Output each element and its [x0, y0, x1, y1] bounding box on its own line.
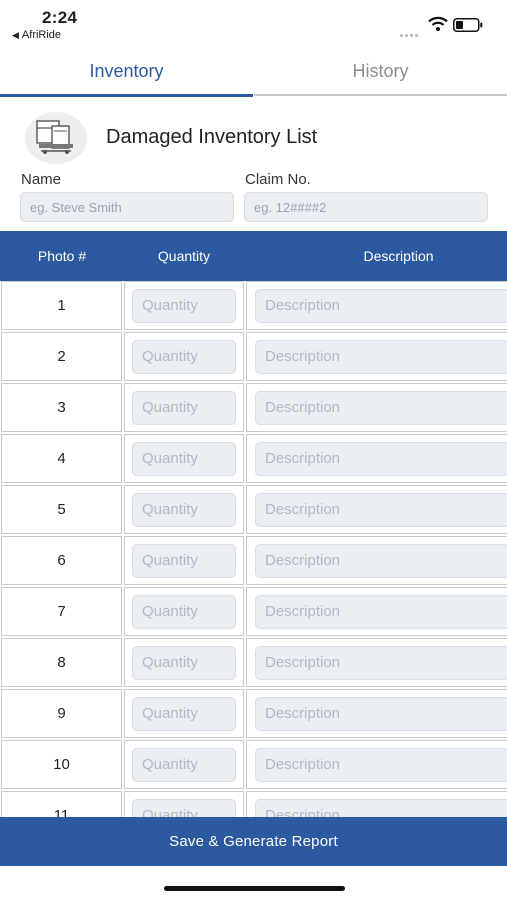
- description-input[interactable]: Description: [255, 748, 507, 782]
- photo-number: 1: [1, 281, 122, 330]
- quantity-cell: Quantity: [124, 689, 244, 738]
- photo-number: 4: [1, 434, 122, 483]
- table-row: 2 Quantity Description: [0, 332, 507, 383]
- battery-icon: [453, 18, 483, 32]
- table-row: 9 Quantity Description: [0, 689, 507, 740]
- table-row: 5 Quantity Description: [0, 485, 507, 536]
- name-input[interactable]: eg. Steve Smith: [20, 192, 234, 222]
- description-cell: Description: [246, 332, 507, 381]
- quantity-cell: Quantity: [124, 485, 244, 534]
- description-input[interactable]: Description: [255, 646, 507, 680]
- claim-label: Claim No.: [245, 171, 311, 188]
- inventory-box-icon: [25, 112, 87, 164]
- description-input[interactable]: Description: [255, 799, 507, 817]
- table-row: 11 Quantity Description: [0, 791, 507, 817]
- table-row: 7 Quantity Description: [0, 587, 507, 638]
- quantity-input[interactable]: Quantity: [132, 493, 236, 527]
- photo-number: 5: [1, 485, 122, 534]
- description-cell: Description: [246, 383, 507, 432]
- name-label: Name: [21, 171, 62, 188]
- quantity-cell: Quantity: [124, 638, 244, 687]
- quantity-input[interactable]: Quantity: [132, 289, 236, 323]
- description-input[interactable]: Description: [255, 544, 507, 578]
- table-row: 3 Quantity Description: [0, 383, 507, 434]
- photo-number: 3: [1, 383, 122, 432]
- description-input[interactable]: Description: [255, 493, 507, 527]
- wifi-icon: [428, 16, 448, 31]
- table-header: Photo # Quantity Description: [0, 231, 507, 281]
- tab-bar: Inventory History: [0, 52, 507, 97]
- back-app-label: AfriRide: [21, 29, 62, 41]
- quantity-cell: Quantity: [124, 332, 244, 381]
- table-row: 8 Quantity Description: [0, 638, 507, 689]
- claim-number-input[interactable]: eg. 12####2: [244, 192, 488, 222]
- description-cell: Description: [246, 689, 507, 738]
- description-input[interactable]: Description: [255, 595, 507, 629]
- description-input[interactable]: Description: [255, 442, 507, 476]
- table-row: 6 Quantity Description: [0, 536, 507, 587]
- description-cell: Description: [246, 536, 507, 585]
- description-input[interactable]: Description: [255, 391, 507, 425]
- page-title: Damaged Inventory List: [106, 126, 318, 148]
- quantity-input[interactable]: Quantity: [132, 748, 236, 782]
- tab-inventory[interactable]: Inventory: [0, 52, 253, 97]
- quantity-cell: Quantity: [124, 536, 244, 585]
- quantity-input[interactable]: Quantity: [132, 442, 236, 476]
- photo-number: 6: [1, 536, 122, 585]
- quantity-cell: Quantity: [124, 587, 244, 636]
- description-input[interactable]: Description: [255, 697, 507, 731]
- save-generate-report-button[interactable]: Save & Generate Report: [0, 817, 507, 866]
- status-bar: 2:24 ◀ AfriRide: [0, 0, 507, 50]
- description-input[interactable]: Description: [255, 340, 507, 374]
- quantity-cell: Quantity: [124, 740, 244, 789]
- quantity-input[interactable]: Quantity: [132, 544, 236, 578]
- photo-number: 10: [1, 740, 122, 789]
- quantity-input[interactable]: Quantity: [132, 595, 236, 629]
- description-cell: Description: [246, 740, 507, 789]
- tab-history[interactable]: History: [254, 52, 507, 96]
- quantity-input[interactable]: Quantity: [132, 799, 236, 817]
- quantity-cell: Quantity: [124, 791, 244, 817]
- quantity-input[interactable]: Quantity: [132, 646, 236, 680]
- inventory-table[interactable]: 1 Quantity Description 2 Quantity Descri…: [0, 281, 507, 817]
- status-time: 2:24: [42, 8, 78, 27]
- home-indicator[interactable]: [164, 886, 345, 891]
- quantity-input[interactable]: Quantity: [132, 697, 236, 731]
- table-row: 4 Quantity Description: [0, 434, 507, 485]
- cellular-signal-icon: [400, 24, 422, 37]
- quantity-cell: Quantity: [124, 434, 244, 483]
- photo-number: 11: [1, 791, 122, 817]
- description-cell: Description: [246, 434, 507, 483]
- photo-number: 7: [1, 587, 122, 636]
- quantity-cell: Quantity: [124, 281, 244, 330]
- description-input[interactable]: Description: [255, 289, 507, 323]
- description-cell: Description: [246, 791, 507, 817]
- photo-number: 2: [1, 332, 122, 381]
- quantity-input[interactable]: Quantity: [132, 391, 236, 425]
- table-row: 1 Quantity Description: [0, 281, 507, 332]
- back-triangle-icon: ◀: [12, 30, 19, 40]
- quantity-input[interactable]: Quantity: [132, 340, 236, 374]
- column-photo: Photo #: [37, 248, 87, 264]
- description-cell: Description: [246, 281, 507, 330]
- description-cell: Description: [246, 587, 507, 636]
- back-to-app-link[interactable]: ◀ AfriRide: [12, 29, 61, 41]
- description-cell: Description: [246, 485, 507, 534]
- description-cell: Description: [246, 638, 507, 687]
- column-description: Description: [363, 248, 434, 264]
- photo-number: 8: [1, 638, 122, 687]
- photo-number: 9: [1, 689, 122, 738]
- column-quantity: Quantity: [157, 248, 211, 264]
- quantity-cell: Quantity: [124, 383, 244, 432]
- table-row: 10 Quantity Description: [0, 740, 507, 791]
